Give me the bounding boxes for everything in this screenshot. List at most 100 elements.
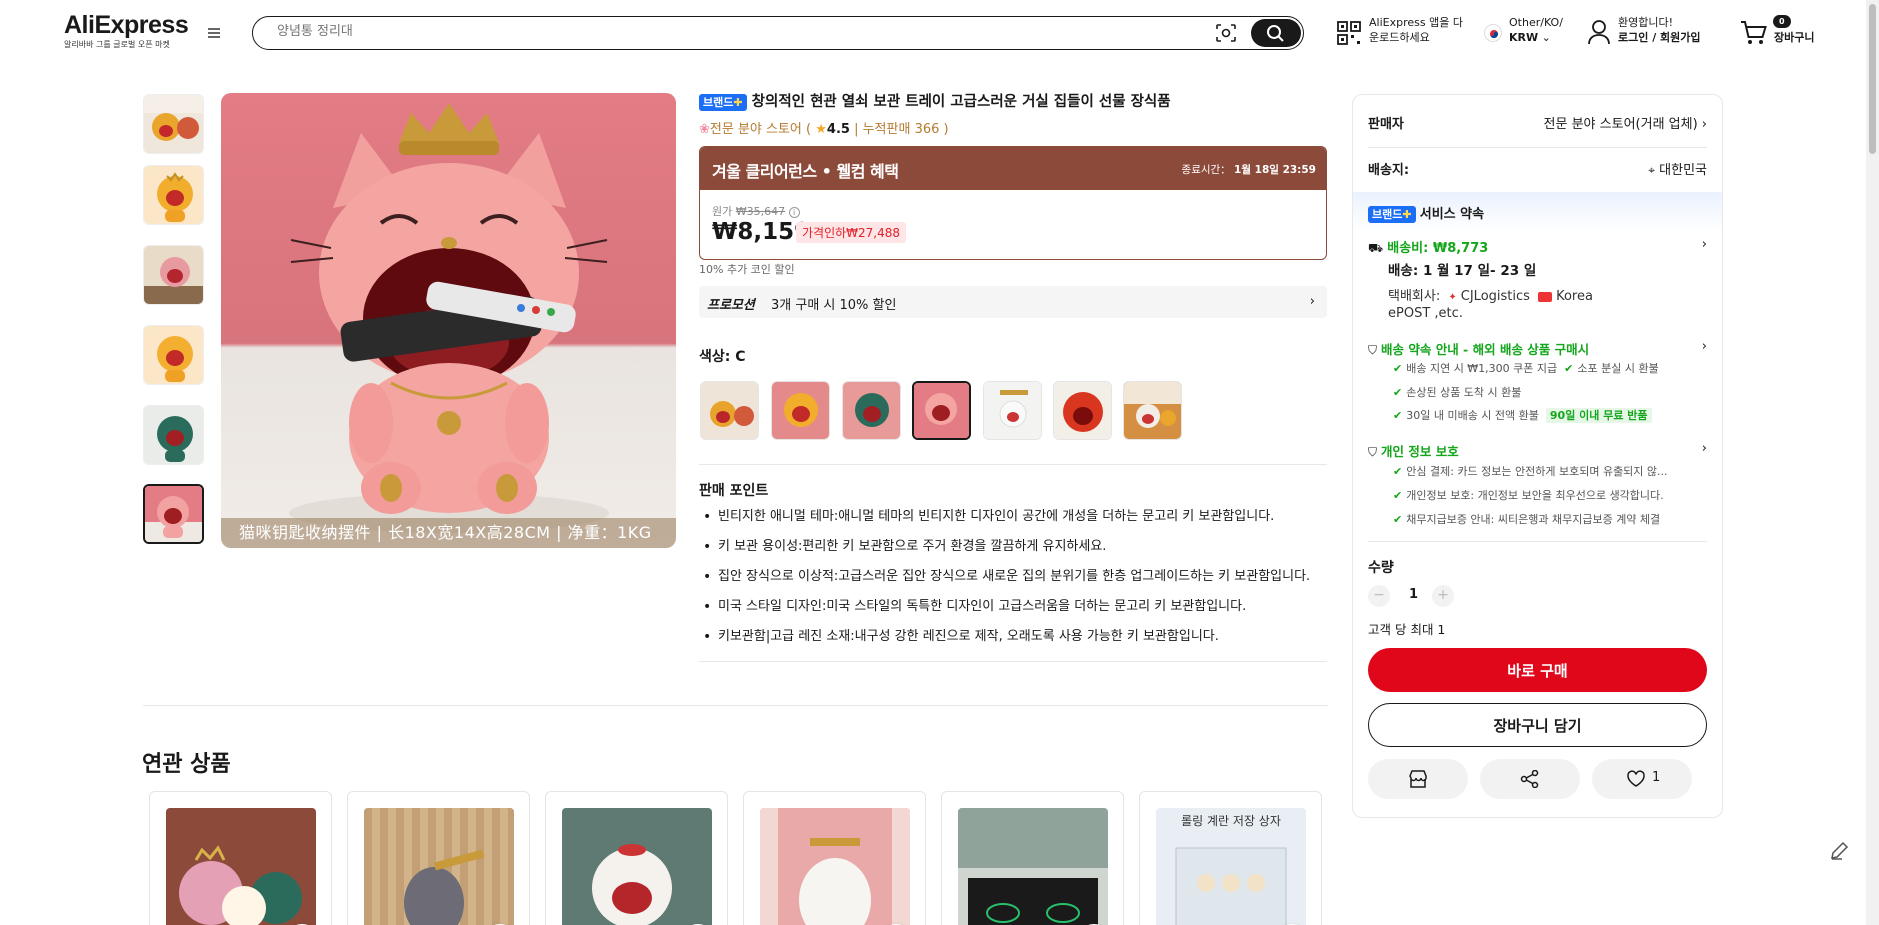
ship-to-row[interactable]: 배송지: ⌖ 대한민국 (1368, 159, 1707, 179)
info-icon[interactable]: i (788, 207, 800, 218)
flower-icon: ❀ (699, 122, 710, 137)
cart-label[interactable]: 장바구니 (1774, 30, 1814, 45)
search-button[interactable] (1251, 19, 1301, 47)
check-icon: ✔ (1393, 513, 1403, 526)
aliexpress-logo[interactable]: AliExpress 알리바바 그룹 글로벌 오픈 마켓 (64, 12, 189, 50)
cj-logo-icon: ✦ (1448, 292, 1457, 303)
edit-icon[interactable] (1828, 838, 1852, 862)
chevron-right-icon: › (1701, 441, 1707, 456)
thumbnail-1[interactable] (143, 94, 204, 154)
brand-badge-label: 브랜드 (703, 95, 734, 109)
color-swatch-7[interactable] (1123, 381, 1182, 440)
thumbnail-3[interactable] (143, 245, 204, 305)
chevron-down-icon: ⌄ (1541, 31, 1551, 44)
color-swatch-5[interactable] (983, 381, 1042, 440)
promotion-bar[interactable]: 프로모션 3개 구매 시 10% 할인 › (699, 286, 1327, 318)
delivery-dates: 배송: 1 월 17 일- 23 일 (1388, 263, 1537, 279)
color-swatch-3[interactable] (842, 381, 901, 440)
related-product-card[interactable]: +/ (347, 791, 530, 925)
color-swatch-1[interactable] (700, 381, 759, 440)
main-product-image[interactable]: 猫咪钥匙收纳摆件 | 长18X宽14X高28CM | 净重：1KG (221, 93, 676, 548)
related-product-image (166, 808, 316, 925)
related-product-card[interactable]: +/ (545, 791, 728, 925)
cart-icon[interactable] (1740, 20, 1768, 46)
buy-now-button[interactable]: 바로 구매 (1368, 648, 1707, 692)
guarantee-item-text: 배송 지연 시 ₩1,300 쿠폰 지급 (1406, 362, 1558, 375)
thumbnail-4[interactable] (143, 325, 204, 385)
quantity-increase-button[interactable]: + (1432, 585, 1454, 607)
coin-discount-text: 10% 추가 코인 할인 (699, 263, 795, 276)
scrollbar-thumb[interactable] (1869, 4, 1876, 154)
original-price-label: 원가 (712, 205, 733, 218)
region-currency-selector[interactable]: Other/KO/ KRW ⌄ (1509, 15, 1563, 45)
color-label: 색상: C (699, 349, 746, 365)
thumbnail-6[interactable] (143, 484, 204, 544)
user-icon[interactable] (1588, 19, 1610, 45)
privacy-item: ✔ 안심 결제: 카드 정보는 안전하게 보호되며 유출되지 않... (1393, 465, 1668, 479)
shield-clock-icon: ⛉ (1368, 343, 1378, 357)
related-product-card[interactable]: +/ (743, 791, 926, 925)
promo-end-value: 1월 18일 23:59 (1234, 164, 1316, 176)
color-swatch-2[interactable] (771, 381, 830, 440)
seller-row[interactable]: 판매자 전문 분야 스토어(거래 업체) › (1368, 113, 1707, 133)
delivery-guarantee-row[interactable]: ⛉ 배송 약속 안내 - 해외 배송 상품 구매시 › (1368, 339, 1707, 358)
chevron-right-icon: › (1701, 339, 1707, 354)
welcome-text: 환영합니다! (1618, 16, 1674, 29)
image-search-icon[interactable] (1215, 23, 1237, 43)
thumbnail-5[interactable] (143, 405, 204, 465)
search-input[interactable] (277, 24, 1177, 39)
color-swatch-6[interactable] (1053, 381, 1112, 440)
privacy-item-text: 안심 결제: 카드 정보는 안전하게 보호되며 유출되지 않... (1406, 465, 1668, 478)
region-line: Other/KO/ (1509, 16, 1563, 29)
thumbnail-2[interactable] (143, 165, 204, 225)
ship-to-value: ⌖ 대한민국 (1648, 159, 1707, 178)
guarantee-item: ✔ 30일 내 미배송 시 전액 환불 90일 이내 무료 반품 (1393, 408, 1652, 423)
privacy-row[interactable]: ⛉ 개인 정보 보호 › (1368, 441, 1707, 460)
guarantee-item: ✔ 손상된 상품 도착 시 환불 (1393, 386, 1521, 400)
quantity-decrease-button[interactable]: − (1368, 585, 1390, 607)
original-price-value: ₩35,647 (735, 205, 786, 218)
selling-point: 키보관함|고급 레진 소재:내구성 강한 레진으로 제작, 오래도록 사용 가능… (700, 628, 1340, 658)
app-download-link[interactable]: AliExpress 앱을 다 운로드하세요 (1369, 15, 1463, 45)
related-product-image (958, 808, 1108, 925)
menu-icon[interactable] (206, 26, 222, 40)
divider (1368, 147, 1707, 148)
shipping-fee-row[interactable]: ⛟ 배송비: ₩8,773 › (1368, 237, 1707, 257)
promotion-label: 프로모션 (707, 298, 755, 313)
promo-end-label: 종료시간： (1181, 164, 1231, 176)
selling-points-list: 빈티지한 애니멀 테마:애니멀 테마의 빈티지한 디자인이 공간에 개성을 더하… (700, 508, 1340, 658)
selling-point: 미국 스타일 디자인:미국 스타일의 독특한 디자인이 고급스러움을 더하는 문… (700, 598, 1340, 628)
store-icon (1409, 770, 1427, 788)
privacy-item: ✔ 채무지급보증 안내: 씨티은행과 채무지급보증 계약 체결 (1393, 513, 1660, 527)
add-to-cart-button[interactable]: 장바구니 담기 (1368, 703, 1707, 747)
service-promise-header: 브랜드✚ 서비스 약속 (1368, 203, 1707, 223)
wishlist-count: 1 (1652, 770, 1661, 785)
divider (1368, 541, 1707, 542)
wishlist-button[interactable]: 1 (1592, 759, 1692, 799)
login-signup-link[interactable]: 환영합니다! 로그인 / 회원가입 (1618, 15, 1701, 45)
related-product-card[interactable]: +/ (149, 791, 332, 925)
plus-icon: ✚ (1402, 208, 1412, 221)
check-icon: ✔ (1564, 362, 1574, 375)
privacy-item: ✔ 개인정보 보호: 개인정보 보안을 최우선으로 생각합니다. (1393, 489, 1664, 503)
seller-name: 전문 분야 스토어(거래 업체) (1543, 117, 1698, 132)
color-swatch-4-selected[interactable] (912, 381, 971, 440)
guarantee-item-text: 소포 분실 시 환불 (1577, 362, 1659, 375)
logo-subtitle: 알리바바 그룹 글로벌 오픈 마켓 (64, 40, 170, 49)
carrier-etc: ePOST ,etc. (1388, 306, 1463, 321)
promo-end-time: 종료시간： 1월 18일 23:59 (1182, 162, 1316, 177)
korea-flag-icon (1484, 24, 1502, 42)
store-info[interactable]: ❀전문 분야 스토어 ( ★4.5 | 누적판매 366 ) (699, 118, 949, 137)
page-scrollbar[interactable] (1866, 0, 1879, 925)
cat-figurine-illustration (289, 103, 609, 533)
qr-code-icon[interactable] (1336, 20, 1362, 46)
related-product-card[interactable]: +/ (941, 791, 1124, 925)
share-button[interactable] (1480, 759, 1580, 799)
carrier-korea: Korea (1556, 289, 1593, 304)
store-button[interactable] (1368, 759, 1468, 799)
carrier-label: 택배회사: (1388, 289, 1441, 304)
promotion-text: 3개 구매 시 10% 할인 (771, 298, 897, 313)
related-product-card[interactable]: 롤링 계란 저장 상자 +/ (1139, 791, 1322, 925)
divider (699, 464, 1327, 465)
login-signup-text: 로그인 / 회원가입 (1618, 31, 1701, 44)
